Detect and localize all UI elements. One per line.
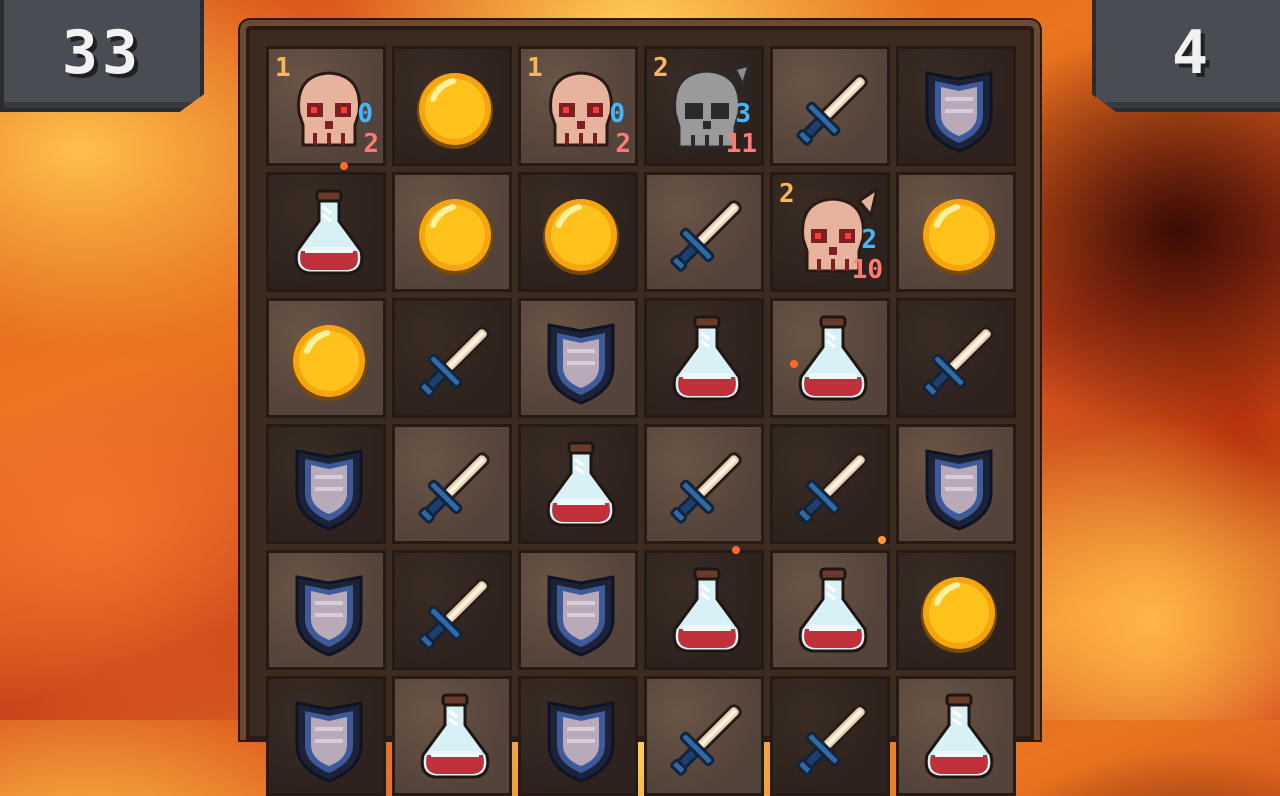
tile-shield[interactable]: [266, 550, 386, 670]
tile-skull[interactable]: 1 02: [266, 46, 386, 166]
ember-particle: [340, 162, 348, 170]
tile-sword[interactable]: [392, 298, 512, 418]
tile-shield[interactable]: [266, 424, 386, 544]
tile-sword[interactable]: [644, 676, 764, 796]
score-value-right: 4: [1171, 18, 1213, 88]
tile-shield[interactable]: [518, 550, 638, 670]
tile-coin[interactable]: [518, 172, 638, 292]
tile-sword[interactable]: [644, 424, 764, 544]
tile-sword[interactable]: [896, 298, 1016, 418]
tile-potion[interactable]: [896, 676, 1016, 796]
enemy-defense: 2: [861, 225, 877, 255]
tile-sword[interactable]: [644, 172, 764, 292]
enemy-level: 2: [653, 53, 669, 83]
tile-potion[interactable]: [644, 298, 764, 418]
ember-particle: [790, 360, 798, 368]
tile-skull-horned[interactable]: 2 2 10: [770, 172, 890, 292]
tile-sword[interactable]: [770, 46, 890, 166]
enemy-defense: 3: [735, 99, 751, 129]
tile-sword[interactable]: [392, 424, 512, 544]
enemy-level: 1: [275, 53, 291, 83]
enemy-hp: 2: [615, 129, 631, 159]
tile-skull[interactable]: 1 02: [518, 46, 638, 166]
enemy-defense: 0: [357, 99, 373, 129]
tile-shield[interactable]: [896, 424, 1016, 544]
enemy-level: 1: [527, 53, 543, 83]
ember-particle: [878, 536, 886, 544]
tile-shield[interactable]: [266, 676, 386, 796]
game-board: 1 0 2 1 0 2 2 3 11 2 2 10: [240, 20, 1040, 796]
tile-sword[interactable]: [770, 424, 890, 544]
tile-potion[interactable]: [266, 172, 386, 292]
tile-potion[interactable]: [392, 676, 512, 796]
enemy-level: 2: [779, 179, 795, 209]
score-panel-right: 4: [1092, 0, 1280, 112]
enemy-hp: 11: [725, 129, 757, 159]
tile-shield[interactable]: [518, 298, 638, 418]
tile-sword[interactable]: [392, 550, 512, 670]
tile-skull-helmet[interactable]: 2 3 11: [644, 46, 764, 166]
enemy-defense: 0: [609, 99, 625, 129]
tile-coin[interactable]: [896, 172, 1016, 292]
tile-potion[interactable]: [770, 550, 890, 670]
tile-shield[interactable]: [896, 46, 1016, 166]
tile-potion[interactable]: [644, 550, 764, 670]
enemy-hp: 2: [363, 129, 379, 159]
tile-potion[interactable]: [518, 424, 638, 544]
tile-shield[interactable]: [518, 676, 638, 796]
tile-potion[interactable]: [770, 298, 890, 418]
tile-sword[interactable]: [770, 676, 890, 796]
tile-coin[interactable]: [392, 46, 512, 166]
tile-coin[interactable]: [896, 550, 1016, 670]
score-value-left: 33: [61, 18, 143, 88]
enemy-hp: 10: [851, 255, 883, 285]
tile-coin[interactable]: [392, 172, 512, 292]
ember-particle: [732, 546, 740, 554]
tile-coin[interactable]: [266, 298, 386, 418]
score-panel-left: 33: [0, 0, 204, 112]
